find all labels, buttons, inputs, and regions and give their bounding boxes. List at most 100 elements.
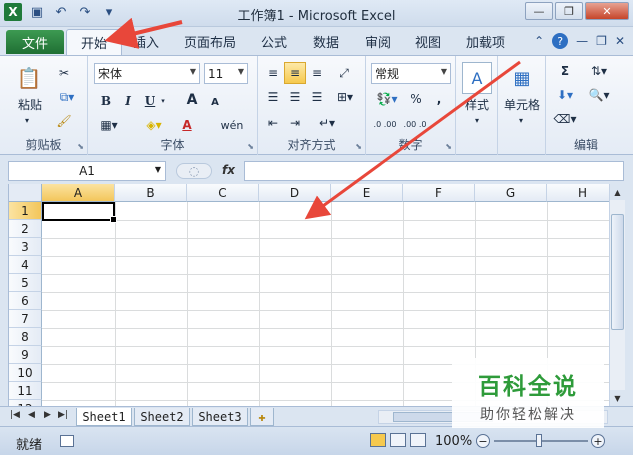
tab-addins[interactable]: 加载项 (466, 32, 505, 51)
number-launcher-icon[interactable]: ⬊ (445, 142, 452, 151)
insert-function-button[interactable]: fx (222, 163, 235, 177)
page-break-view-icon[interactable] (410, 433, 426, 447)
column-header-d[interactable]: D (259, 184, 331, 202)
paste-dropdown-icon[interactable]: ▾ (12, 114, 42, 126)
font-name-select[interactable]: 宋体 ▼ (94, 63, 200, 84)
scroll-down-icon[interactable]: ▼ (610, 390, 625, 406)
row-header-5[interactable]: 5 (9, 274, 42, 292)
increase-indent-icon[interactable]: ⇥ (286, 114, 304, 132)
fill-icon[interactable]: ⬇▾ (552, 86, 578, 104)
font-color-button[interactable]: A (174, 116, 200, 134)
format-painter-icon[interactable]: 🖌 (54, 112, 74, 130)
alignment-launcher-icon[interactable]: ⬊ (355, 142, 362, 151)
tab-insert[interactable]: 插入 (133, 32, 159, 51)
comma-button[interactable]: , (432, 90, 446, 108)
decrease-decimal-button[interactable]: .00 .0 (402, 116, 428, 134)
restore-button[interactable]: ❐ (555, 2, 583, 20)
vertical-scrollbar[interactable]: ▲ ▼ (609, 184, 625, 406)
phonetic-button[interactable]: wén (218, 116, 246, 134)
row-header-1[interactable]: 1 (9, 202, 42, 220)
font-launcher-icon[interactable]: ⬊ (247, 142, 254, 151)
underline-dropdown-icon[interactable]: ▾ (158, 92, 168, 110)
find-select-icon[interactable]: 🔍▾ (584, 86, 614, 104)
minimize-button[interactable]: — (525, 2, 553, 20)
styles-icon[interactable]: A (462, 62, 492, 94)
formula-input[interactable] (244, 161, 624, 181)
border-icon[interactable]: ▦▾ (96, 116, 122, 134)
row-header-2[interactable]: 2 (9, 220, 42, 238)
paste-button[interactable]: 粘贴 (10, 96, 50, 112)
zoom-in-icon[interactable]: + (591, 434, 605, 448)
zoom-level[interactable]: 100% (435, 434, 472, 449)
prev-sheet-icon[interactable]: ◀ (28, 410, 35, 420)
increase-decimal-button[interactable]: .0 .00 (372, 116, 398, 134)
sheet-tab-sheet1[interactable]: Sheet1 (76, 408, 132, 426)
sheet-tab-sheet3[interactable]: Sheet3 (192, 408, 248, 426)
normal-view-icon[interactable] (370, 433, 386, 447)
wrap-text-icon[interactable]: ↵▾ (314, 114, 340, 132)
scroll-up-icon[interactable]: ▲ (610, 184, 625, 200)
macro-record-icon[interactable] (60, 435, 74, 447)
close-button[interactable]: ✕ (585, 2, 629, 20)
column-header-c[interactable]: C (187, 184, 259, 202)
last-sheet-icon[interactable]: ▶| (58, 410, 68, 420)
column-header-g[interactable]: G (475, 184, 547, 202)
row-header-11[interactable]: 11 (9, 382, 42, 400)
currency-icon[interactable]: 💱▾ (372, 90, 402, 108)
vertical-scroll-thumb[interactable] (611, 214, 624, 330)
tab-page-layout[interactable]: 页面布局 (184, 32, 236, 51)
underline-button[interactable]: U (142, 92, 158, 110)
zoom-out-icon[interactable]: − (476, 434, 490, 448)
page-layout-view-icon[interactable] (390, 433, 406, 447)
column-header-f[interactable]: F (403, 184, 475, 202)
column-header-h[interactable]: H (547, 184, 609, 202)
cut-icon[interactable]: ✂ (54, 64, 74, 82)
bold-button[interactable]: B (98, 92, 114, 110)
first-sheet-icon[interactable]: |◀ (10, 410, 20, 420)
grow-font-button[interactable]: A (184, 91, 200, 109)
clear-icon[interactable]: ⌫▾ (552, 110, 578, 128)
align-top-icon[interactable]: ≡ (264, 64, 282, 82)
row-header-6[interactable]: 6 (9, 292, 42, 310)
row-header-4[interactable]: 4 (9, 256, 42, 274)
formula-expander-icon[interactable]: ◌ (176, 163, 212, 179)
select-all-corner[interactable] (9, 184, 42, 202)
next-sheet-icon[interactable]: ▶ (44, 410, 51, 420)
align-right-icon[interactable]: ☰ (308, 88, 326, 106)
ribbon-minimize-icon[interactable]: — (576, 34, 588, 48)
ribbon-restore-icon[interactable]: ❐ (596, 34, 607, 48)
row-header-3[interactable]: 3 (9, 238, 42, 256)
row-header-8[interactable]: 8 (9, 328, 42, 346)
italic-button[interactable]: I (120, 92, 136, 110)
tab-data[interactable]: 数据 (313, 32, 339, 51)
name-box[interactable]: A1 ▼ (8, 161, 166, 181)
font-size-select[interactable]: 11 ▼ (204, 63, 248, 84)
align-middle-icon[interactable]: ≡ (284, 62, 306, 84)
row-header-9[interactable]: 9 (9, 346, 42, 364)
align-bottom-icon[interactable]: ≡ (308, 64, 326, 82)
align-left-icon[interactable]: ☰ (264, 88, 282, 106)
help-icon[interactable]: ? (552, 33, 569, 49)
zoom-slider-thumb[interactable] (536, 434, 542, 447)
tab-review[interactable]: 审阅 (365, 32, 391, 51)
copy-icon[interactable]: ⧉▾ (54, 88, 80, 106)
styles-button[interactable]: 样式 (456, 96, 498, 112)
tab-formulas[interactable]: 公式 (261, 32, 287, 51)
number-format-select[interactable]: 常规 ▼ (371, 63, 451, 84)
clipboard-launcher-icon[interactable]: ⬊ (77, 142, 84, 151)
active-cell[interactable] (42, 202, 117, 223)
sheet-tab-sheet2[interactable]: Sheet2 (134, 408, 190, 426)
align-center-icon[interactable]: ☰ (286, 88, 304, 106)
minimize-ribbon-icon[interactable]: ⌃ (534, 34, 544, 48)
cells-button[interactable]: 单元格 (498, 96, 546, 112)
row-header-7[interactable]: 7 (9, 310, 42, 328)
decrease-indent-icon[interactable]: ⇤ (264, 114, 282, 132)
tab-view[interactable]: 视图 (415, 32, 441, 51)
cells-icon[interactable]: ▦ (507, 62, 537, 94)
merge-center-icon[interactable]: ⊞▾ (332, 88, 358, 106)
fill-color-icon[interactable]: ◈▾ (140, 116, 168, 134)
paste-icon[interactable]: 📋 (14, 62, 44, 94)
styles-dropdown-icon[interactable]: ▾ (468, 114, 486, 126)
sort-filter-icon[interactable]: ⇅▾ (584, 62, 614, 80)
autosum-button[interactable]: Σ (552, 62, 578, 80)
